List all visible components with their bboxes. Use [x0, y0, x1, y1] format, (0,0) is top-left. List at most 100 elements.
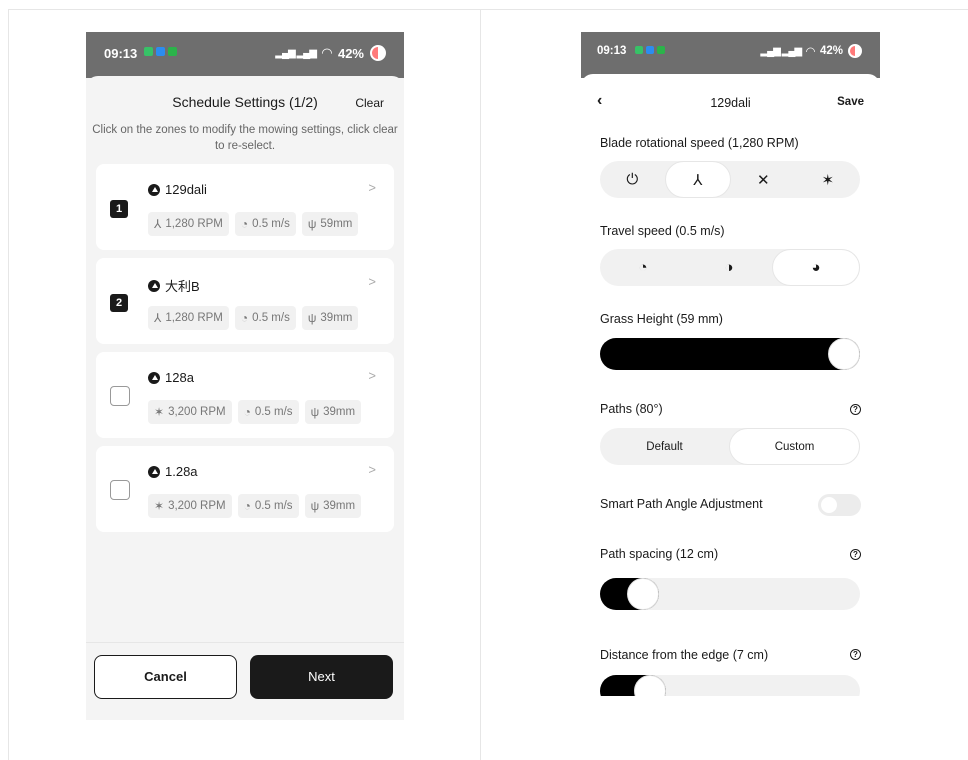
battery-icon — [848, 44, 862, 58]
speedometer-icon: ◔ — [240, 217, 249, 231]
signal-icon: ▂▄▆ ▂▄▆ — [760, 45, 802, 57]
blade-5-icon: ✶ — [154, 405, 165, 419]
chevron-right-icon[interactable]: > — [368, 462, 376, 477]
zone-name: 128a — [148, 370, 194, 385]
grass-icon: ψ — [307, 311, 317, 325]
clear-button[interactable]: Clear — [355, 96, 384, 110]
height-chip: ψ 39mm — [304, 494, 362, 518]
app-notification-icon — [646, 46, 654, 54]
slider-fill — [600, 338, 860, 370]
status-time: 09:13 — [597, 45, 627, 57]
rpm-chip: ✶ 3,200 RPM — [148, 494, 232, 518]
zone-marker-icon — [148, 371, 160, 384]
zone-marker-icon — [148, 183, 160, 196]
app-notification-icon — [635, 46, 643, 54]
edge-distance-slider[interactable] — [600, 675, 860, 696]
blade-3-icon: ⅄ — [154, 311, 162, 325]
zone-name: 129dali — [148, 182, 207, 197]
blade-speed-selector: ⏻ ⅄ ✕ ✶ — [600, 161, 860, 198]
zone-checkbox[interactable] — [110, 480, 130, 500]
zone-marker-icon — [148, 279, 160, 292]
zone-card[interactable]: 1 129dali > ⅄ 1,280 RPM ◔ 0.5 m/s ψ 59mm — [96, 164, 394, 250]
wifi-icon: ◠ — [806, 46, 815, 58]
notification-icons — [144, 47, 177, 56]
rpm-chip: ✶ 3,200 RPM — [148, 400, 232, 424]
status-bar: 09:13 ▂▄▆ ▂▄▆ ◠ 42% — [86, 32, 404, 78]
speedometer-icon: ◔ — [243, 405, 251, 419]
notification-icons — [635, 46, 665, 54]
schedule-sheet: Schedule Settings (1/2) Clear Click on t… — [86, 76, 404, 720]
blade-speed-label: Blade rotational speed (1,280 RPM) — [600, 136, 799, 150]
zone-settings-screen: 09:13 ▂▄▆ ▂▄▆ ◠ 42% ‹ 129dali Save Blade… — [581, 32, 880, 696]
speed-1-icon[interactable]: ◔ — [600, 249, 686, 286]
status-indicators: ▂▄▆ ▂▄▆ ◠ 42% — [275, 45, 386, 61]
slider-knob[interactable] — [634, 675, 666, 696]
zone-settings-sheet: ‹ 129dali Save Blade rotational speed (1… — [581, 74, 880, 696]
zone-card[interactable]: 128a > ✶ 3,200 RPM ◔ 0.5 m/s ψ 39mm — [96, 352, 394, 438]
travel-speed-label: Travel speed (0.5 m/s) — [600, 224, 725, 238]
grass-icon: ψ — [310, 499, 320, 513]
height-chip: ψ 39mm — [304, 400, 362, 424]
blade-3-icon[interactable]: ⅄ — [664, 161, 731, 198]
power-icon[interactable]: ⏻ — [600, 161, 665, 198]
speed-chip: ◔ 0.5 m/s — [234, 212, 296, 236]
zone-card[interactable]: 2 大利B > ⅄ 1,280 RPM ◔ 0.5 m/s ψ 39mm — [96, 258, 394, 344]
smart-path-label: Smart Path Angle Adjustment — [600, 497, 763, 511]
help-icon[interactable]: ? — [850, 404, 861, 415]
blade-3-icon: ⅄ — [154, 217, 162, 231]
path-spacing-label: Path spacing (12 cm) — [600, 547, 719, 561]
height-chip: ψ 59mm — [301, 212, 359, 236]
blade-5-icon: ✶ — [154, 499, 165, 513]
speed-chip: ◔ 0.5 m/s — [234, 306, 296, 330]
speed-2-icon[interactable]: ◑ — [686, 249, 772, 286]
next-button[interactable]: Next — [250, 655, 393, 699]
zone-marker-icon — [148, 465, 160, 478]
instructions-text: Click on the zones to modify the mowing … — [92, 124, 398, 152]
speedometer-icon: ◔ — [243, 499, 251, 513]
help-icon[interactable]: ? — [850, 649, 861, 660]
chevron-right-icon[interactable]: > — [368, 274, 376, 289]
battery-percent: 42% — [337, 45, 364, 61]
app-notification-icon — [156, 47, 165, 56]
rpm-chip: ⅄ 1,280 RPM — [148, 212, 229, 236]
speed-3-icon[interactable]: ◕ — [772, 249, 860, 286]
paths-custom-option[interactable]: Custom — [729, 428, 860, 465]
zone-checkbox[interactable] — [110, 386, 130, 406]
zone-card[interactable]: 1.28a > ✶ 3,200 RPM ◔ 0.5 m/s ψ 39mm — [96, 446, 394, 532]
zone-name: 大利B — [148, 276, 200, 295]
status-time: 09:13 — [104, 46, 138, 61]
grass-icon: ψ — [307, 217, 317, 231]
cancel-button[interactable]: Cancel — [94, 655, 237, 699]
chevron-right-icon[interactable]: > — [368, 368, 376, 383]
grass-height-slider[interactable] — [600, 338, 860, 370]
wifi-icon: ◠ — [321, 45, 332, 60]
help-icon[interactable]: ? — [850, 549, 861, 560]
status-bar: 09:13 ▂▄▆ ▂▄▆ ◠ 42% — [581, 32, 880, 78]
rpm-chip: ⅄ 1,280 RPM — [148, 306, 229, 330]
app-notification-icon — [144, 47, 153, 56]
speedometer-icon: ◔ — [240, 311, 249, 325]
slider-knob[interactable] — [627, 578, 659, 610]
save-button[interactable]: Save — [837, 96, 864, 108]
status-indicators: ▂▄▆ ▂▄▆ ◠ 42% — [760, 44, 862, 58]
chevron-right-icon[interactable]: > — [368, 180, 376, 195]
zone-name: 1.28a — [148, 464, 198, 479]
smart-path-toggle[interactable] — [818, 494, 861, 516]
schedule-settings-screen: 09:13 ▂▄▆ ▂▄▆ ◠ 42% Schedule Settings (1… — [86, 32, 404, 720]
grass-height-label: Grass Height (59 mm) — [600, 312, 723, 326]
paths-default-option[interactable]: Default — [600, 428, 729, 465]
zone-order-badge: 2 — [110, 294, 128, 312]
battery-percent: 42% — [819, 45, 843, 57]
battery-icon — [370, 45, 386, 61]
app-notification-icon — [657, 46, 665, 54]
speed-chip: ◔ 0.5 m/s — [237, 494, 299, 518]
path-spacing-slider[interactable] — [600, 578, 860, 610]
slider-knob[interactable] — [828, 338, 860, 370]
blade-5-icon[interactable]: ✶ — [796, 161, 861, 198]
grass-icon: ψ — [310, 405, 320, 419]
signal-icon: ▂▄▆ ▂▄▆ — [275, 47, 317, 59]
toggle-knob — [821, 497, 837, 513]
paths-selector: Default Custom — [600, 428, 860, 465]
blade-4-icon[interactable]: ✕ — [731, 161, 796, 198]
speed-chip: ◔ 0.5 m/s — [237, 400, 299, 424]
